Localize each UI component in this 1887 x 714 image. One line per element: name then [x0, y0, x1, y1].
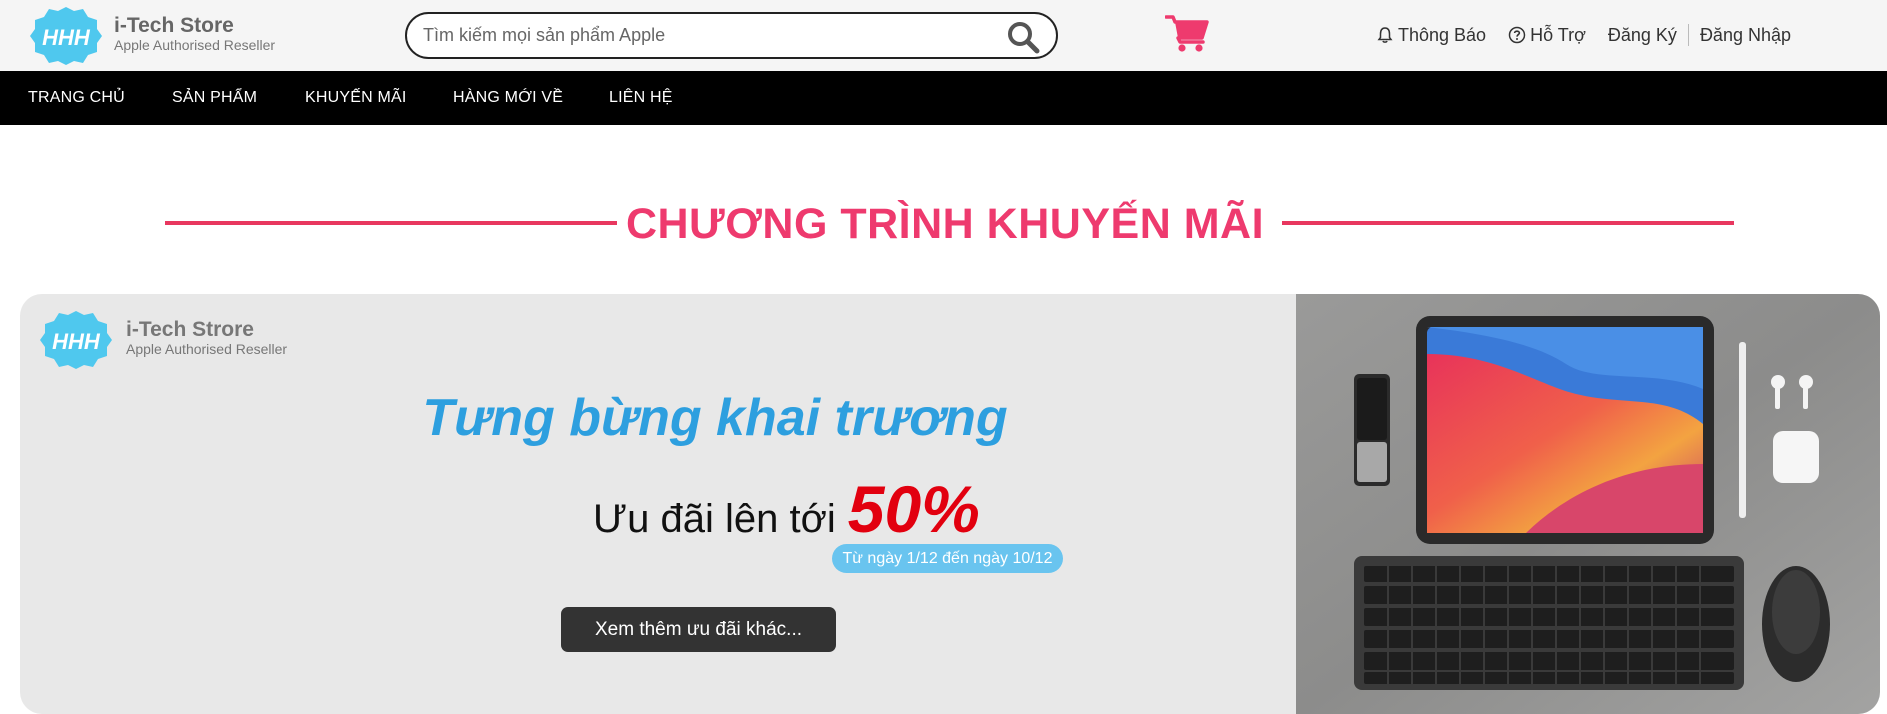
- title-rule-right: [1282, 221, 1734, 225]
- more-offers-button[interactable]: Xem thêm ưu đãi khác...: [561, 607, 836, 652]
- offer-percent: 50%: [847, 472, 980, 546]
- banner-brand-tagline: Apple Authorised Reseller: [126, 341, 288, 357]
- nav-item-new-arrivals[interactable]: HÀNG MỚI VỀ: [453, 89, 563, 107]
- logo-tagline: Apple Authorised Reseller: [114, 37, 276, 53]
- site-header: HHH i-Tech Store Apple Authorised Resell…: [0, 0, 1887, 71]
- svg-text:HHH: HHH: [52, 329, 101, 354]
- nav-item-promotions[interactable]: KHUYẾN MÃI: [305, 89, 407, 107]
- nav-item-home[interactable]: TRANG CHỦ: [28, 89, 125, 107]
- help-circle-icon: [1508, 26, 1526, 44]
- svg-text:HHH: HHH: [42, 25, 91, 50]
- support-label: Hỗ Trợ: [1530, 24, 1586, 45]
- cart-icon[interactable]: [1165, 13, 1209, 53]
- login-label: Đăng Nhập: [1699, 24, 1792, 45]
- register-link[interactable]: Đăng Ký: [1608, 25, 1677, 46]
- date-range-badge: Từ ngày 1/12 đến ngày 10/12: [832, 544, 1063, 573]
- section-heading: CHƯƠNG TRÌNH KHUYẾN MÃI: [0, 196, 1887, 252]
- logo-badge-icon: HHH: [40, 311, 112, 369]
- register-label: Đăng Ký: [1607, 24, 1677, 45]
- logo-title: i-Tech Store: [114, 14, 234, 37]
- notifications-link[interactable]: Thông Báo: [1376, 25, 1486, 46]
- search-icon[interactable]: [1006, 20, 1040, 54]
- product-photo: [1296, 294, 1880, 714]
- main-nav: TRANG CHỦ SẢN PHẨM KHUYẾN MÃI HÀNG MỚI V…: [0, 71, 1887, 125]
- banner-headline: Tưng bừng khai trương: [422, 389, 1008, 447]
- logo-badge-icon: HHH: [30, 7, 102, 65]
- divider: [1687, 24, 1689, 46]
- bell-icon: [1377, 27, 1393, 43]
- nav-item-products[interactable]: SẢN PHẨM: [172, 89, 257, 107]
- title-rule-left: [165, 221, 617, 225]
- section-title: CHƯƠNG TRÌNH KHUYẾN MÃI: [625, 200, 1265, 248]
- store-logo[interactable]: HHH i-Tech Store Apple Authorised Resell…: [30, 5, 275, 67]
- promo-banner: HHH i-Tech Strore Apple Authorised Resel…: [20, 294, 1880, 714]
- banner-logo: HHH i-Tech Strore Apple Authorised Resel…: [40, 309, 287, 371]
- offer-line: Ưu đãi lên tới 50%: [593, 471, 980, 547]
- notifications-label: Thông Báo: [1398, 24, 1487, 45]
- account-links: Thông Báo Hỗ Trợ Đăng Ký Đăng Nhập: [1376, 24, 1791, 46]
- search-bar: [405, 12, 1058, 59]
- offer-text: Ưu đãi lên tới: [593, 497, 836, 541]
- login-link[interactable]: Đăng Nhập: [1700, 25, 1791, 46]
- search-input[interactable]: [423, 23, 983, 48]
- support-link[interactable]: Hỗ Trợ: [1508, 25, 1586, 46]
- banner-brand-name: i-Tech Strore: [126, 318, 254, 341]
- nav-item-contact[interactable]: LIÊN HỆ: [609, 89, 673, 107]
